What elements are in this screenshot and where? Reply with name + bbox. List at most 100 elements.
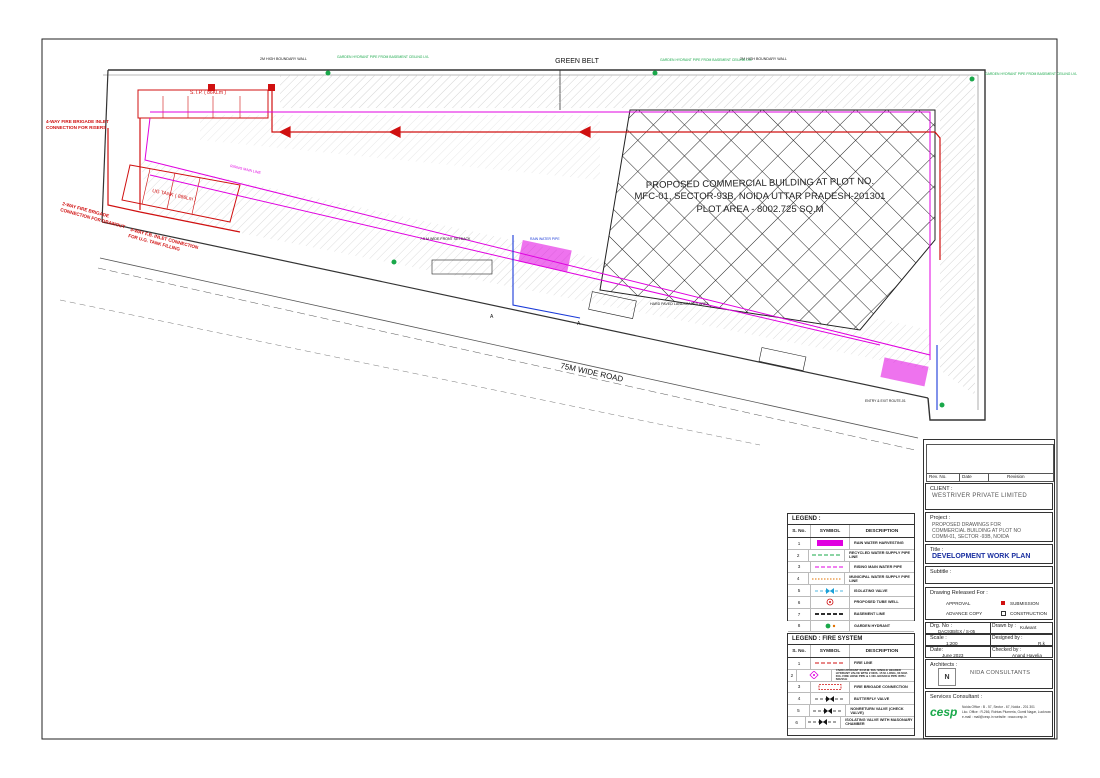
legend-item-desc: GARDEN HYDRANT xyxy=(854,623,891,628)
drawn-by-label: Drawn by : xyxy=(992,623,1016,629)
legend-item-symbol-icon xyxy=(811,585,850,596)
hydrant-note-2: GARDEN HYDRANT PIPE FROM BASEMENT CEILIN… xyxy=(660,58,752,62)
subtitle-box: Subtitle : xyxy=(925,566,1053,584)
fire-legend-item-desc: YARD HYDRANT 63 M.M. DIA. SINGLE HEADED … xyxy=(835,667,908,682)
green-belt-label: GREEN BELT xyxy=(555,58,600,65)
legend-item-desc: BASEMENT LINE xyxy=(854,612,886,617)
road-label: 75M WIDE ROAD xyxy=(560,361,625,384)
fire-legend-rows: 1 FIRE LINE 2 YARD HYDRANT 63 M.M. DIA. SIN… xyxy=(788,658,914,729)
advance-copy-label: ADVANCE COPY xyxy=(946,611,983,616)
legend-item-symbol-icon xyxy=(811,620,850,632)
fire-legend-item-symbol-icon xyxy=(811,693,850,705)
revision-table: Rev. No. Date Revision xyxy=(926,444,1054,482)
title-box: Title : DEVELOPMENT WORK PLAN xyxy=(925,544,1053,564)
client-name: WESTRIVER PRIVATE LIMITED xyxy=(932,493,1027,499)
fire-legend-item-sno: 5 xyxy=(788,705,810,716)
legend-item-symbol-icon xyxy=(811,596,850,608)
construction-checkbox[interactable] xyxy=(1001,611,1006,616)
architect-logo-icon: N xyxy=(938,668,956,686)
fire-legend-item-row: 5 NONRETURN VALVE (CHECK VALVE) xyxy=(788,705,914,717)
architects-box: Architects : N NIDA CONSULTANTS xyxy=(925,659,1053,689)
legend-item-row: 5 ISOLATING VALVE xyxy=(788,585,914,597)
fire-legend-item-row: 3 FIRE BRIGADE CONNECTION xyxy=(788,681,914,694)
construction-label: CONSTRUCTION xyxy=(1010,611,1048,616)
checked-by-value: Anand Havelia xyxy=(1012,653,1042,658)
legend-item-sno: 7 xyxy=(788,608,811,620)
fire-legend-item-symbol-icon xyxy=(797,669,832,681)
legend-item-row: 3 RISING MAIN WATER PIPE xyxy=(788,561,914,574)
legend-item-desc: MUNICIPAL WATER SUPPLY PIPE LINE xyxy=(849,574,910,583)
legend-item-row: 2 RECYCLED WATER SUPPLY PIPE LINE xyxy=(788,549,914,562)
legend-item-symbol-icon xyxy=(811,608,850,620)
fire-legend-title: LEGEND : FIRE SYSTEM xyxy=(788,634,914,645)
drawn-by-value: Kulwant xyxy=(1020,625,1037,630)
designed-by-label: Designed by : xyxy=(992,635,1023,641)
fire-legend-item-row: 2 YARD HYDRANT 63 M.M. DIA. SINGLE HEADED… xyxy=(788,667,914,682)
legend-item-row: 6 PROPOSED TUBE WELL xyxy=(788,596,914,609)
rev-desc-col: Revision xyxy=(1007,474,1025,479)
date-row: Date: June 2023 Checked by : Anand Havel… xyxy=(925,646,1053,658)
building-title-line-2: MFC-01, SECTOR-93B, NOIDA UTTAR PRADESH-… xyxy=(635,191,886,202)
client-box: CLIENT : WESTRIVER PRIVATE LIMITED xyxy=(925,483,1053,510)
fire-legend-header: S. No. SYMBOL DESCRIPTION xyxy=(788,645,914,658)
legend-item-row: 4 MUNICIPAL WATER SUPPLY PIPE LINE xyxy=(788,573,914,586)
approval-label: APPROVAL xyxy=(946,601,971,606)
fire-inlet-1a: 4-WAY FIRE BRIGADE INLET xyxy=(46,119,109,124)
release-label: Drawing Released For : xyxy=(930,590,988,596)
hydrant-note-3: GARDEN HYDRANT PIPE FROM BASEMENT CEILIN… xyxy=(985,72,1077,76)
fire-legend-col-desc: DESCRIPTION xyxy=(865,648,899,654)
building-title-line-3: PLOT AREA - 8002.725 SQ.M xyxy=(696,204,823,215)
fire-legend-item-desc: FIRE BRIGADE CONNECTION xyxy=(854,684,908,689)
release-box: Drawing Released For : APPROVAL SUBMISSI… xyxy=(925,587,1053,620)
project-line-3: COMM-01, SECTOR -93B, NOIDA xyxy=(932,534,1010,540)
rain-pipe-label: RAIN WATER PIPE xyxy=(530,237,560,241)
fire-legend-col-symbol: SYMBOL xyxy=(811,645,850,657)
legend-item-row: 8 GARDEN HYDRANT xyxy=(788,620,914,633)
front-setback-label: 7.5 M WIDE FRONT SETBACK xyxy=(420,237,471,241)
stp-label: S.T.P. ( 86KLm ) xyxy=(190,90,226,96)
fire-legend-col-sno: S. No. xyxy=(788,645,811,657)
date-value: June 2023 xyxy=(942,653,964,658)
boundary-wall-left: 2M HIGH BOUNDARY WALL xyxy=(260,57,307,61)
legend-item-sno: 8 xyxy=(788,620,811,632)
fire-legend-item-desc: ISOLATING VALVE WITH MASONARY CHAMBER xyxy=(845,718,913,727)
fire-legend-item-sno: 1 xyxy=(788,658,811,669)
rev-no-col: Rev. No. xyxy=(927,474,960,481)
fire-legend-item-sno: 3 xyxy=(788,681,811,693)
fire-legend-item-desc: BUTTERFLY VALVE xyxy=(854,696,890,701)
services-label: Services Consultant : xyxy=(930,694,982,700)
fire-legend-item-sno: 6 xyxy=(788,716,807,728)
legend-item-symbol-icon xyxy=(809,573,846,585)
legend-item-sno: 2 xyxy=(788,549,810,561)
legend-item-sno: 5 xyxy=(788,585,811,596)
cesp-logo-icon: cesp xyxy=(930,705,958,719)
legend-rows: 1 RAIN WATER HARVESTING 2 RECYCLED WATER SU… xyxy=(788,538,914,633)
fire-legend-item-symbol-icon xyxy=(810,705,847,716)
project-label: Project : xyxy=(930,515,951,521)
fire-legend-item-sno: 2 xyxy=(788,669,797,681)
legend-col-sno: S. No. xyxy=(788,525,811,537)
legend-col-desc: DESCRIPTION xyxy=(865,528,899,534)
fire-legend-item-symbol-icon xyxy=(811,681,850,693)
hydrant-note-1: GARDEN HYDRANT PIPE FROM BASEMENT CEILIN… xyxy=(337,55,429,59)
entry-exit-label: ENTRY & EXIT ROUTE-01 xyxy=(865,399,906,403)
fire-legend-item-row: 6 ISOLATING VALVE WITH MASONARY CHAMBER xyxy=(788,716,914,729)
legend-item-desc: RECYCLED WATER SUPPLY PIPE LINE xyxy=(849,551,911,560)
architect-name: NIDA CONSULTANTS xyxy=(970,670,1031,676)
legend-item-row: 1 RAIN WATER HARVESTING xyxy=(788,538,914,550)
fire-legend-item-sno: 4 xyxy=(788,693,811,705)
rev-date-col: Date xyxy=(960,474,989,481)
subtitle-label: Subtitle : xyxy=(930,569,952,575)
scale-row: Scale : 1:200 Designed by : R.k xyxy=(925,634,1053,646)
project-box: Project : PROPOSED DRAWINGS FOR COMMERCI… xyxy=(925,512,1053,542)
legend-header: S. No. SYMBOL DESCRIPTION xyxy=(788,525,914,538)
legend-item-sno: 6 xyxy=(788,596,811,608)
drg-no-row: Drg. No : DAC93B/EX / S-05 Drawn by : Ku… xyxy=(925,622,1053,634)
legend-col-symbol: SYMBOL xyxy=(811,525,850,537)
legend-item-desc: PROPOSED TUBE WELL xyxy=(854,600,899,605)
legend-item-row: 7 BASEMENT LINE xyxy=(788,608,914,621)
fire-legend-item-symbol-icon xyxy=(806,716,842,728)
hard-paved-label: HARD PAVED LANDSCAPED AREA xyxy=(650,302,709,306)
submission-checkbox[interactable] xyxy=(1001,601,1005,605)
fire-inlet-1b: CONNECTION FOR RISERS xyxy=(46,125,106,130)
